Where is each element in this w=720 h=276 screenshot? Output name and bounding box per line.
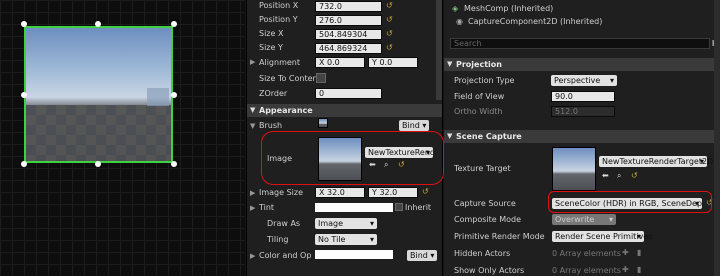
tint-color-swatch[interactable] [315, 203, 393, 212]
hidden-actors-count: 0 Array elements [552, 249, 621, 258]
preview-floor [26, 105, 171, 161]
hidden-actors-label: Hidden Actors [454, 249, 511, 258]
mesh-component-icon: ◈ [452, 4, 459, 13]
collapse-arrow-icon[interactable]: ▼ [447, 60, 452, 68]
resize-handle[interactable] [95, 161, 101, 167]
reset-arrow-icon[interactable]: ↺ [386, 15, 393, 24]
brush-label: Brush [259, 121, 283, 130]
reset-arrow-icon[interactable]: ↺ [386, 1, 393, 10]
show-only-actors-count: 0 Array elements [552, 266, 621, 275]
resize-handle[interactable] [21, 92, 27, 98]
draw-as-dropdown[interactable]: Image [315, 218, 377, 229]
tint-inherit-label: Inherit [405, 203, 432, 212]
image-size-label: Image Size [259, 188, 304, 197]
alignment-label: Alignment [259, 58, 300, 67]
expand-arrow-icon[interactable]: ▶ [250, 204, 255, 212]
add-element-icon[interactable]: ✚ [622, 265, 629, 274]
projection-type-label: Projection Type [454, 76, 515, 85]
composite-mode-label: Composite Mode [454, 215, 522, 224]
alignment-x-field[interactable]: X 0.0 [315, 57, 365, 68]
position-y-label: Position Y [259, 15, 298, 24]
reset-arrow-icon[interactable]: ↺ [422, 187, 429, 196]
image-widget-preview[interactable] [24, 26, 173, 163]
brush-bind-button[interactable]: Bind ▾ [399, 120, 430, 131]
size-x-label: Size X [259, 29, 284, 38]
tree-item-meshcomp[interactable]: MeshComp (Inherited) [464, 4, 553, 13]
texture-target-thumbnail[interactable] [552, 147, 596, 191]
annotation-box [548, 191, 712, 213]
resize-handle[interactable] [171, 92, 177, 98]
zorder-label: ZOrder [259, 89, 288, 98]
texture-target-dropdown[interactable]: NewTextureRenderTarget2D [599, 156, 713, 167]
draw-as-label: Draw As [267, 219, 301, 228]
resize-handle[interactable] [171, 161, 177, 167]
size-to-content-checkbox[interactable] [316, 73, 326, 83]
collapse-arrow-icon[interactable]: ▼ [250, 106, 255, 114]
scrollbar[interactable] [714, 0, 720, 276]
tree-item-capture-component[interactable]: CaptureComponent2D (Inherited) [468, 17, 602, 26]
tiling-label: Tiling [267, 235, 289, 244]
size-to-content-label: Size To Content [259, 74, 321, 83]
browse-magnifier-icon[interactable]: ⌕ [617, 171, 621, 181]
collapse-arrow-icon[interactable]: ▼ [447, 132, 452, 140]
collapse-arrow-icon[interactable]: ▼ [250, 122, 255, 130]
expand-arrow-icon[interactable]: ▶ [250, 252, 255, 260]
resize-handle[interactable] [171, 21, 177, 27]
field-of-view-field[interactable]: 90.0 [551, 91, 615, 102]
scene-capture-section-header[interactable]: Scene Capture [444, 130, 720, 143]
component-details-panel: ◈ MeshComp (Inherited) ◉ CaptureComponen… [444, 0, 720, 276]
resize-handle[interactable] [21, 161, 27, 167]
image-size-x-field[interactable]: X 32.0 [315, 187, 365, 198]
expand-arrow-icon[interactable]: ▶ [250, 58, 255, 66]
add-element-icon[interactable]: ✚ [622, 248, 629, 257]
size-y-label: Size Y [259, 43, 283, 52]
reset-arrow-icon[interactable]: ↺ [386, 29, 393, 38]
capture-source-label: Capture Source [454, 199, 516, 208]
designer-viewport[interactable] [0, 0, 245, 276]
reset-arrow-icon[interactable]: ↺ [386, 43, 393, 52]
position-x-label: Position X [259, 1, 299, 10]
color-and-op-swatch[interactable] [315, 250, 393, 259]
composite-mode-dropdown: Overwrite [552, 214, 616, 225]
color-and-op-label: Color and Op [259, 251, 312, 260]
annotation-circle [261, 131, 444, 185]
projection-type-dropdown[interactable]: Perspective [551, 75, 617, 86]
search-input[interactable]: Search [450, 38, 710, 49]
appearance-section-header[interactable]: Appearance [247, 104, 442, 117]
primitive-render-mode-label: Primitive Render Mode [454, 232, 545, 241]
preview-cube [147, 88, 169, 106]
ortho-width-label: Ortho Width [454, 107, 503, 116]
size-x-field[interactable]: 504.849304 [315, 29, 382, 40]
projection-section-header[interactable]: Projection [444, 58, 720, 71]
primitive-render-mode-dropdown[interactable]: Render Scene Primitives [552, 231, 652, 242]
capture-component-icon: ◉ [456, 17, 463, 26]
position-y-field[interactable]: 276.0 [315, 15, 382, 26]
alignment-y-field[interactable]: Y 0.0 [368, 57, 418, 68]
widget-details-panel: Position X 732.0 ↺ Position Y 276.0 ↺ Si… [246, 0, 444, 276]
field-of-view-label: Field of View [454, 92, 505, 101]
texture-target-label: Texture Target [454, 164, 511, 173]
tint-inherit-checkbox[interactable] [395, 203, 403, 211]
show-only-actors-label: Show Only Actors [454, 266, 525, 275]
zorder-field[interactable]: 0 [315, 88, 382, 99]
ortho-width-field: 512.0 [551, 106, 615, 117]
expand-arrow-icon[interactable]: ▶ [250, 189, 255, 197]
color-bind-button[interactable]: Bind ▾ [407, 250, 438, 261]
tint-label: Tint [259, 203, 275, 212]
reset-arrow-icon[interactable]: ↺ [631, 171, 638, 180]
size-y-field[interactable]: 464.869324 [315, 43, 382, 54]
resize-handle[interactable] [95, 21, 101, 27]
image-size-y-field[interactable]: Y 32.0 [368, 187, 418, 198]
position-x-field[interactable]: 732.0 [315, 1, 382, 12]
brush-thumbnail [318, 118, 328, 128]
resize-handle[interactable] [21, 21, 27, 27]
delete-icon[interactable]: ▮ [637, 265, 641, 274]
delete-icon[interactable]: ▮ [637, 248, 641, 257]
scrollbar[interactable] [436, 0, 442, 100]
tiling-dropdown[interactable]: No Tile [315, 234, 377, 245]
use-selected-arrow-icon[interactable]: ⬅ [602, 171, 609, 180]
